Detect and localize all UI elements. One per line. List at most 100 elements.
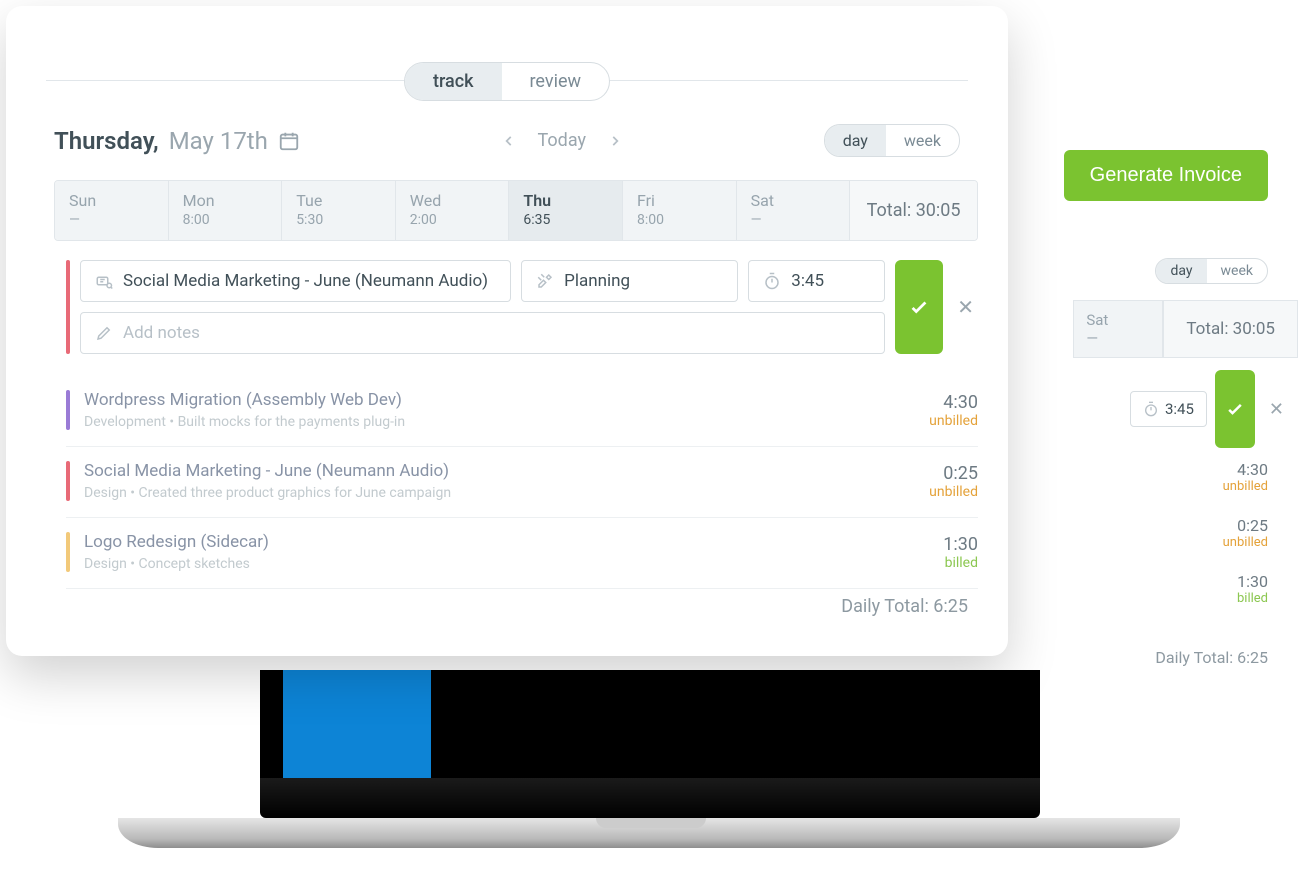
project-input[interactable]: Social Media Marketing - June (Neumann A… <box>80 260 511 302</box>
day-value: 8:00 <box>183 212 268 228</box>
bg-toggle-week[interactable]: week <box>1207 259 1267 283</box>
day-value: 6:35 <box>523 212 608 228</box>
task-icon <box>536 272 554 290</box>
day-cell-mon[interactable]: Mon 8:00 <box>169 181 283 240</box>
laptop-screen-accent <box>283 660 431 778</box>
bg-entry-status: unbilled <box>1223 535 1268 550</box>
view-toggle-week[interactable]: week <box>886 125 959 156</box>
day-cell-sat[interactable]: Sat — <box>737 181 851 240</box>
generate-invoice-button[interactable]: Generate Invoice <box>1064 150 1268 201</box>
entry-meta: Design • Concept sketches <box>84 556 929 572</box>
day-value: 2:00 <box>410 212 495 228</box>
notes-input[interactable]: Add notes <box>80 312 885 354</box>
chevron-left-icon <box>502 134 516 148</box>
bg-editor-time-value: 3:45 <box>1165 400 1194 418</box>
date-nav: Today <box>502 130 622 151</box>
daily-total: Daily Total: 6:25 <box>841 596 968 617</box>
laptop-bezel <box>260 778 1040 818</box>
view-toggle-day[interactable]: day <box>825 125 886 156</box>
entry-status: unbilled <box>929 484 978 500</box>
notes-placeholder: Add notes <box>123 323 200 343</box>
entry-title: Logo Redesign (Sidecar) <box>84 532 929 552</box>
bg-toggle-day[interactable]: day <box>1156 259 1206 283</box>
day-name: Wed <box>410 191 495 210</box>
day-value: 5:30 <box>296 212 381 228</box>
entry-color-bar <box>66 260 70 354</box>
day-value: — <box>69 212 154 228</box>
next-day-button[interactable] <box>608 134 622 148</box>
bg-daily-total: Daily Total: 6:25 <box>1155 648 1268 667</box>
cancel-entry-button[interactable]: ✕ <box>953 260 978 354</box>
mode-toggle[interactable]: track review <box>404 62 610 101</box>
bg-entry-time: 0:25 <box>1223 516 1268 535</box>
time-entry[interactable]: Social Media Marketing - June (Neumann A… <box>66 447 978 518</box>
entry-status: unbilled <box>929 413 978 429</box>
bg-entry[interactable]: 0:25 unbilled <box>1223 516 1268 550</box>
week-total: Total: 30:05 <box>850 181 977 240</box>
bg-entry-status: billed <box>1223 591 1268 606</box>
date-dow: Thursday, <box>54 127 159 155</box>
mode-tab-review[interactable]: review <box>502 63 610 100</box>
check-icon <box>1225 399 1245 419</box>
bg-day-sat[interactable]: Sat — <box>1073 300 1163 358</box>
day-name: Thu <box>523 191 608 210</box>
close-icon: ✕ <box>957 295 974 319</box>
date-row: Thursday, May 17th Today day week <box>54 124 960 157</box>
day-cell-thu[interactable]: Thu 6:35 <box>509 181 623 240</box>
prev-day-button[interactable] <box>502 134 516 148</box>
bg-editor-time[interactable]: 3:45 <box>1130 391 1207 427</box>
bg-entry[interactable]: 4:30 unbilled <box>1223 460 1268 494</box>
time-entry[interactable]: Logo Redesign (Sidecar) Design • Concept… <box>66 518 978 589</box>
task-input-value: Planning <box>564 271 630 291</box>
bg-entry-status: unbilled <box>1223 479 1268 494</box>
bg-entry-time: 4:30 <box>1223 460 1268 479</box>
entry-title: Wordpress Migration (Assembly Web Dev) <box>84 390 915 410</box>
task-input[interactable]: Planning <box>521 260 738 302</box>
day-cell-wed[interactable]: Wed 2:00 <box>396 181 510 240</box>
mode-tab-track[interactable]: track <box>405 63 502 100</box>
entry-color-bar <box>66 390 70 430</box>
entry-meta: Design • Created three product graphics … <box>84 485 915 501</box>
project-input-value: Social Media Marketing - June (Neumann A… <box>123 271 488 291</box>
day-name: Tue <box>296 191 381 210</box>
day-name: Fri <box>637 191 722 210</box>
entry-list: Wordpress Migration (Assembly Web Dev) D… <box>66 376 978 589</box>
day-name: Mon <box>183 191 268 210</box>
date-label[interactable]: Thursday, May 17th <box>54 127 300 155</box>
bg-editor-confirm[interactable] <box>1215 370 1255 448</box>
bg-editor-row: 3:45 ✕ <box>1130 370 1290 448</box>
time-input[interactable]: 3:45 <box>748 260 885 302</box>
today-button[interactable]: Today <box>538 130 586 151</box>
bg-view-toggle[interactable]: day week <box>1155 258 1268 284</box>
entry-time: 1:30 <box>943 534 978 555</box>
entry-editor: Social Media Marketing - June (Neumann A… <box>66 260 978 354</box>
date-md: May 17th <box>169 127 268 155</box>
laptop-notch <box>596 818 706 828</box>
bg-day-name: Sat <box>1086 311 1150 329</box>
entry-time: 0:25 <box>929 463 978 484</box>
week-strip: Sun — Mon 8:00 Tue 5:30 Wed 2:00 Thu 6:3… <box>54 180 978 241</box>
bg-editor-close[interactable]: ✕ <box>1263 399 1290 420</box>
stopwatch-icon <box>1143 401 1159 417</box>
time-input-value: 3:45 <box>791 271 824 291</box>
time-tracking-panel: track review Thursday, May 17th Today da… <box>6 6 1008 656</box>
bg-week-total: Total: 30:05 <box>1163 300 1298 358</box>
day-cell-sun[interactable]: Sun — <box>55 181 169 240</box>
day-cell-tue[interactable]: Tue 5:30 <box>282 181 396 240</box>
laptop-mock <box>118 660 1180 860</box>
bg-week-tail: Sat — Total: 30:05 <box>1073 300 1298 358</box>
bg-entry-time: 1:30 <box>1223 572 1268 591</box>
confirm-entry-button[interactable] <box>895 260 943 354</box>
entry-color-bar <box>66 461 70 501</box>
time-entry[interactable]: Wordpress Migration (Assembly Web Dev) D… <box>66 376 978 447</box>
pencil-icon <box>95 324 113 342</box>
calendar-icon[interactable] <box>278 130 300 152</box>
entry-status: billed <box>943 555 978 571</box>
view-toggle[interactable]: day week <box>824 124 960 157</box>
project-icon <box>95 272 113 290</box>
bg-entry-list: 4:30 unbilled 0:25 unbilled 1:30 billed <box>1223 460 1268 628</box>
entry-title: Social Media Marketing - June (Neumann A… <box>84 461 915 481</box>
day-cell-fri[interactable]: Fri 8:00 <box>623 181 737 240</box>
bg-entry[interactable]: 1:30 billed <box>1223 572 1268 606</box>
entry-time: 4:30 <box>929 392 978 413</box>
